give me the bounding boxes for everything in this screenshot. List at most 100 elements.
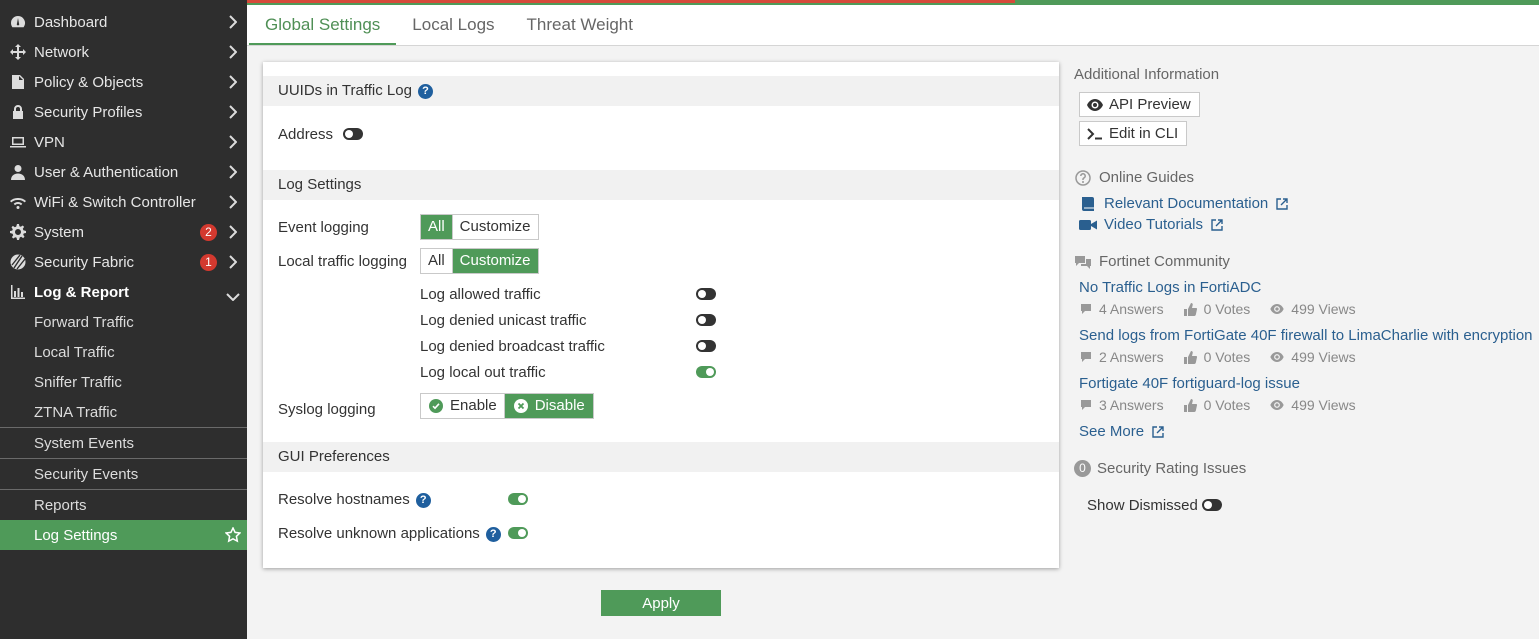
section-header-log-settings: Log Settings <box>263 170 1059 200</box>
thumbs-up-icon <box>1183 302 1197 316</box>
policy-document-icon <box>8 74 28 90</box>
sidebar-item-label: WiFi & Switch Controller <box>34 193 196 211</box>
sidebar-item-vpn[interactable]: VPN <box>0 127 247 157</box>
resolve-hostnames-toggle[interactable] <box>508 493 528 505</box>
sidebar-item-log-report[interactable]: Log & Report <box>0 277 247 307</box>
syslog-disable-label: Disable <box>534 397 585 414</box>
settings-panel: UUIDs in Traffic Log? Address Log Settin… <box>263 62 1059 568</box>
log-denied-unicast-toggle[interactable] <box>696 314 716 326</box>
help-icon[interactable]: ? <box>485 526 501 542</box>
network-move-icon <box>8 44 28 60</box>
sidebar-item-user-authentication[interactable]: User & Authentication <box>0 157 247 187</box>
sidebar-item-dashboard[interactable]: Dashboard <box>0 7 247 37</box>
log-denied-broadcast-toggle[interactable] <box>696 340 716 352</box>
resolve-hostnames-text: Resolve hostnames <box>278 491 410 508</box>
address-toggle[interactable] <box>343 128 363 140</box>
chevron-right-icon <box>229 45 238 59</box>
sidebar-subitem-log-settings[interactable]: Log Settings <box>0 520 247 550</box>
log-denied-broadcast-label: Log denied broadcast traffic <box>420 338 605 355</box>
comment-icon <box>1081 400 1091 410</box>
log-allowed-traffic-toggle[interactable] <box>696 288 716 300</box>
tab-global-settings[interactable]: Global Settings <box>249 5 397 45</box>
syslog-enable-option[interactable]: Enable <box>421 394 504 418</box>
community-post-link[interactable]: Fortigate 40F fortiguard-log issue <box>1079 375 1300 392</box>
syslog-logging-label: Syslog logging <box>278 401 376 418</box>
video-camera-icon <box>1079 219 1097 231</box>
community-post-link[interactable]: Send logs from FortiGate 40F firewall to… <box>1079 327 1533 344</box>
event-logging-customize-option[interactable]: Customize <box>451 215 538 239</box>
gear-icon <box>8 224 28 240</box>
answers-count: 4 Answers <box>1099 301 1164 317</box>
tab-threat-weight[interactable]: Threat Weight <box>511 5 649 45</box>
answers-count: 3 Answers <box>1099 397 1164 413</box>
video-tutorials-text: Video Tutorials <box>1104 216 1203 233</box>
community-post-meta: 2 Answers 0 Votes 499 Views <box>1080 349 1376 365</box>
local-traffic-logging-label: Local traffic logging <box>278 253 407 270</box>
log-local-out-toggle[interactable] <box>696 366 716 378</box>
section-title: UUIDs in Traffic Log <box>278 82 412 99</box>
apply-button[interactable]: Apply <box>601 590 721 616</box>
relevant-documentation-link[interactable]: Relevant Documentation <box>1079 195 1288 212</box>
sidebar-subitem-security-events[interactable]: Security Events <box>0 458 247 489</box>
section-header-gui-preferences: GUI Preferences <box>263 442 1059 472</box>
star-favorite-icon[interactable] <box>224 526 242 543</box>
video-tutorials-link[interactable]: Video Tutorials <box>1079 216 1223 233</box>
sidebar-item-label: Network <box>34 43 90 61</box>
sidebar-subitem-sniffer-traffic[interactable]: Sniffer Traffic <box>0 367 247 397</box>
address-label: Address <box>278 126 334 143</box>
views-count: 499 Views <box>1291 397 1356 413</box>
chevron-down-icon <box>226 288 240 302</box>
sidebar-item-label: Security Profiles <box>34 103 143 121</box>
sidebar-item-policy-objects[interactable]: Policy & Objects <box>0 67 247 97</box>
syslog-logging-selector: Enable Disable <box>420 393 594 419</box>
sidebar-item-label: System <box>34 223 85 241</box>
sidebar-item-wifi-switch[interactable]: WiFi & Switch Controller <box>0 187 247 217</box>
see-more-link[interactable]: See More <box>1079 423 1164 440</box>
sidebar-subitem-local-traffic[interactable]: Local Traffic <box>0 337 247 367</box>
eye-icon <box>1087 98 1103 111</box>
eye-icon <box>1270 352 1284 362</box>
local-traffic-all-option[interactable]: All <box>421 249 452 273</box>
x-circle-icon <box>513 399 528 413</box>
syslog-enable-label: Enable <box>450 397 497 414</box>
book-icon <box>1079 196 1097 212</box>
sidebar-item-network[interactable]: Network <box>0 37 247 67</box>
sidebar-subitem-system-events[interactable]: System Events <box>0 427 247 458</box>
resolve-applications-label: Resolve unknown applications? <box>278 525 501 542</box>
user-icon <box>8 164 28 180</box>
event-logging-all-option[interactable]: All <box>421 215 452 239</box>
show-dismissed-toggle[interactable] <box>1202 499 1222 511</box>
views-count: 499 Views <box>1291 349 1356 365</box>
fortinet-community-text: Fortinet Community <box>1099 253 1230 270</box>
community-post-meta: 4 Answers 0 Votes 499 Views <box>1080 301 1376 317</box>
syslog-disable-option[interactable]: Disable <box>503 394 593 418</box>
sidebar-item-label: Security Fabric <box>34 253 135 271</box>
sidebar-subitem-ztna-traffic[interactable]: ZTNA Traffic <box>0 397 247 427</box>
fabric-icon <box>8 254 28 270</box>
help-icon[interactable]: ? <box>417 83 433 99</box>
votes-count: 0 Votes <box>1203 349 1251 365</box>
resolve-applications-toggle[interactable] <box>508 527 528 539</box>
event-logging-label: Event logging <box>278 219 369 236</box>
laptop-icon <box>8 134 28 150</box>
sidebar-subitem-forward-traffic[interactable]: Forward Traffic <box>0 307 247 337</box>
edit-in-cli-button[interactable]: Edit in CLI <box>1079 121 1188 146</box>
local-traffic-logging-selector: All Customize <box>420 248 539 274</box>
sidebar-item-system[interactable]: System 2 <box>0 217 247 247</box>
api-preview-button[interactable]: API Preview <box>1079 92 1200 117</box>
community-post-link[interactable]: No Traffic Logs in FortiADC <box>1079 279 1261 296</box>
views-count: 499 Views <box>1291 301 1356 317</box>
chevron-right-icon <box>229 15 238 29</box>
sidebar-subitem-reports[interactable]: Reports <box>0 489 247 520</box>
api-preview-label: API Preview <box>1109 96 1191 113</box>
chevron-right-icon <box>229 255 238 269</box>
tab-local-logs[interactable]: Local Logs <box>396 5 510 45</box>
relevant-documentation-text: Relevant Documentation <box>1104 195 1269 212</box>
sidebar-item-security-fabric[interactable]: Security Fabric 1 <box>0 247 247 277</box>
comment-icon <box>1081 352 1091 362</box>
help-icon[interactable]: ? <box>415 492 431 508</box>
sidebar-item-security-profiles[interactable]: Security Profiles <box>0 97 247 127</box>
local-traffic-customize-option[interactable]: Customize <box>451 249 538 273</box>
votes-count: 0 Votes <box>1203 397 1251 413</box>
resolve-hostnames-label: Resolve hostnames? <box>278 491 431 508</box>
